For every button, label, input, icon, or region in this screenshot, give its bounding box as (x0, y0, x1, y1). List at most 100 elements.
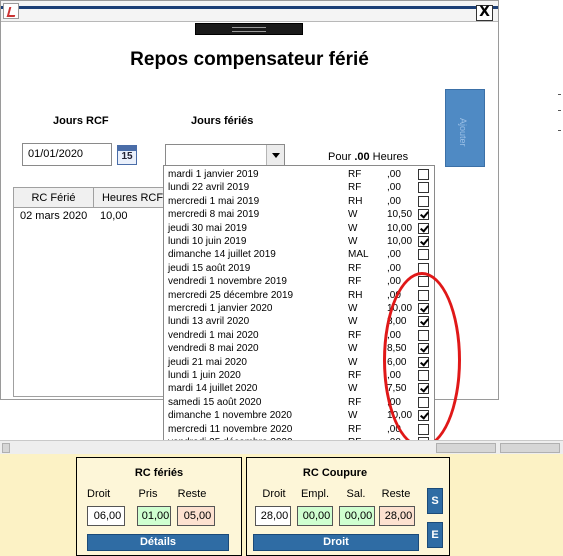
rc-feries-droit-field[interactable]: 06,00 (87, 506, 125, 526)
holiday-type: W (348, 222, 358, 234)
holiday-type: RH (348, 289, 363, 301)
rc-coupure-sal-field[interactable]: 00,00 (339, 506, 375, 526)
holiday-checkbox[interactable] (418, 236, 429, 247)
holiday-date: vendredi 1 mai 2020 (168, 329, 259, 341)
pour-hours-label: Pour .00 Heures (328, 151, 408, 163)
holiday-date: mardi 14 juillet 2020 (168, 383, 258, 395)
tab-strip-marker (436, 443, 496, 453)
jours-rcf-label: Jours RCF (53, 115, 109, 127)
app-icon (3, 3, 19, 19)
holiday-type: W (348, 209, 358, 221)
chevron-down-icon[interactable] (266, 145, 284, 165)
rc-feries-reste-field[interactable]: 05,00 (177, 506, 215, 526)
holiday-type: W (348, 356, 358, 368)
add-button[interactable]: Ajouter (445, 89, 485, 167)
details-button[interactable]: Détails (87, 534, 229, 551)
holiday-type: W (348, 383, 358, 395)
holiday-checkbox[interactable] (418, 222, 429, 234)
holiday-date: mercredi 11 novembre 2020 (168, 423, 293, 435)
holiday-checkbox[interactable] (418, 182, 429, 194)
red-annotation-ellipse (383, 272, 461, 448)
holiday-type: MAL (348, 249, 369, 261)
holiday-type: RF (348, 396, 362, 408)
rc-coupure-empl-field[interactable]: 00,00 (297, 506, 333, 526)
list-item[interactable]: vendredi 1 novembre 2019 RF ,00 (164, 275, 434, 288)
rc-coupure-panel: RC Coupure Droit Empl. Sal. Reste 28,00 … (246, 457, 450, 556)
table-cell-hours[interactable]: 10,00 (100, 210, 128, 222)
column-header-rc-ferie[interactable]: RC Férié (14, 188, 94, 208)
list-item[interactable]: jeudi 15 août 2019 RF ,00 (164, 262, 434, 275)
s-button[interactable]: S (427, 488, 443, 514)
holiday-hours: ,00 (387, 182, 401, 194)
holiday-date: dimanche 1 novembre 2020 (168, 410, 292, 422)
holiday-checkbox[interactable] (418, 249, 429, 261)
holiday-date: mercredi 25 décembre 2019 (168, 289, 294, 301)
rc-feries-title: RC fériés (134, 467, 184, 479)
holiday-type: W (348, 410, 358, 422)
holiday-type: W (348, 236, 358, 247)
title-bar[interactable]: X (1, 1, 498, 22)
rc-coupure-reste-label: Reste (381, 488, 411, 500)
pour-value: .00 (354, 151, 370, 163)
holiday-type: RH (348, 195, 363, 207)
list-item[interactable]: jeudi 30 mai 2019 W 10,00 (164, 222, 434, 235)
holiday-date: jeudi 30 mai 2019 (168, 222, 247, 234)
holiday-type: RF (348, 423, 362, 435)
holiday-date: lundi 22 avril 2019 (168, 182, 250, 194)
tab-strip (0, 440, 563, 454)
holiday-hours: ,00 (387, 262, 401, 274)
holiday-hours: 10,50 (387, 209, 413, 221)
list-item[interactable]: dimanche 14 juillet 2019 MAL ,00 (164, 248, 434, 261)
holiday-type: RF (348, 169, 362, 180)
pour-suffix: Heures (372, 151, 409, 163)
list-item[interactable]: mercredi 1 mai 2019 RH ,00 (164, 195, 434, 208)
margin-tick (558, 94, 561, 95)
rc-feries-pris-field[interactable]: 01,00 (137, 506, 171, 526)
rc-coupure-empl-label: Empl. (300, 488, 330, 500)
holiday-hours: ,00 (387, 195, 401, 207)
holiday-date: dimanche 14 juillet 2019 (168, 249, 276, 261)
holiday-type: W (348, 303, 358, 314)
rc-feries-pris-label: Pris (138, 488, 158, 500)
holiday-type: W (348, 343, 358, 355)
jours-feries-label: Jours fériés (191, 115, 254, 127)
rc-coupure-droit-label: Droit (262, 488, 286, 500)
date-field[interactable]: 01/01/2020 (22, 143, 112, 166)
page-title: Repos compensateur férié (130, 49, 369, 70)
holiday-hours: 10,00 (387, 236, 413, 247)
holiday-date: mercredi 1 mai 2019 (168, 195, 260, 207)
holiday-checkbox[interactable] (418, 169, 429, 180)
droit-button[interactable]: Droit (253, 534, 419, 551)
list-item[interactable]: lundi 10 juin 2019 W 10,00 (164, 235, 434, 248)
rc-feries-panel: RC fériés Droit Pris Reste 06,00 01,00 0… (76, 457, 242, 556)
list-item[interactable]: mercredi 11 novembre 2020 RF ,00 (164, 423, 434, 436)
rc-coupure-reste-field[interactable]: 28,00 (379, 506, 415, 526)
margin-tick (558, 110, 561, 111)
holiday-hours: ,00 (387, 169, 401, 180)
title-bar-stripe (1, 6, 498, 9)
margin-tick (558, 130, 561, 131)
close-button[interactable]: X (476, 5, 493, 21)
holiday-date: jeudi 21 mai 2020 (168, 356, 247, 368)
holiday-date: lundi 10 juin 2019 (168, 236, 247, 247)
list-item[interactable]: mardi 1 janvier 2019 RF ,00 (164, 168, 434, 181)
rc-coupure-title: RC Coupure (302, 467, 368, 479)
list-item[interactable]: lundi 22 avril 2019 RF ,00 (164, 181, 434, 194)
holiday-hours: ,00 (387, 276, 401, 288)
pour-prefix: Pour (328, 151, 352, 163)
rc-ferie-grid[interactable]: RC Férié Heures RCF 02 mars 2020 10,00 (13, 187, 173, 397)
holiday-checkbox[interactable] (418, 195, 429, 207)
holiday-date: mercredi 8 mai 2019 (168, 209, 260, 221)
holiday-checkbox[interactable] (418, 209, 429, 221)
column-header-heures-rcf[interactable]: Heures RCF (94, 188, 172, 208)
holiday-date: vendredi 1 novembre 2019 (168, 276, 287, 288)
e-button[interactable]: E (427, 522, 443, 548)
calendar-icon[interactable]: 15 (117, 145, 137, 165)
table-cell-date[interactable]: 02 mars 2020 (20, 210, 87, 222)
rc-coupure-droit-field[interactable]: 28,00 (255, 506, 291, 526)
holiday-date: jeudi 15 août 2019 (168, 262, 251, 274)
holiday-type: RF (348, 276, 362, 288)
drag-handle[interactable] (195, 23, 303, 35)
list-item[interactable]: mercredi 8 mai 2019 W 10,50 (164, 208, 434, 221)
holiday-type: RF (348, 262, 362, 274)
